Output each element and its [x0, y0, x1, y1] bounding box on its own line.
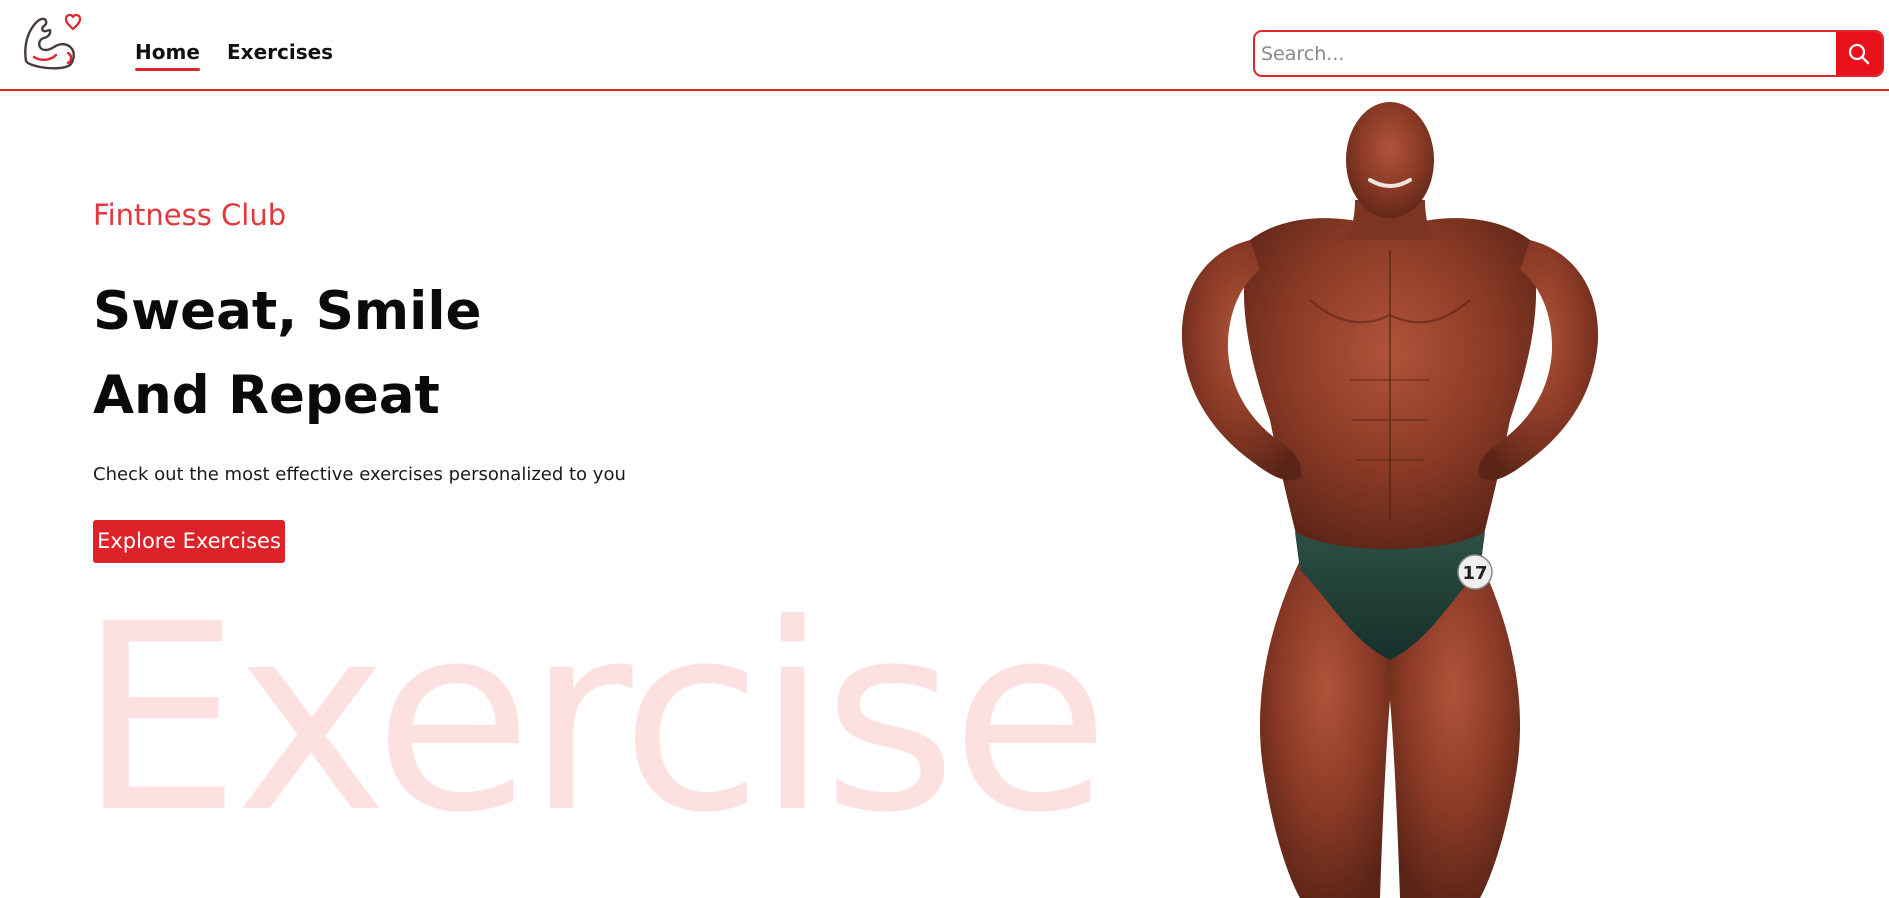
page: Home Exercises Exercise Fintness Club Sw…: [0, 0, 1889, 898]
navbar: Home Exercises: [0, 0, 1889, 91]
explore-exercises-button[interactable]: Explore Exercises: [93, 520, 285, 563]
search-button[interactable]: [1836, 32, 1882, 75]
hero-subtitle: Check out the most effective exercises p…: [93, 464, 626, 485]
hero-eyebrow: Fintness Club: [93, 198, 287, 232]
hero-bodybuilder-image: 17: [1181, 102, 1599, 898]
nav-link-home[interactable]: Home: [135, 38, 200, 71]
hero-watermark-text: Exercise: [78, 569, 1110, 869]
logo[interactable]: [20, 9, 86, 75]
hero-headline-line-1: Sweat, Smile: [93, 281, 482, 342]
search-bar: [1253, 30, 1884, 77]
search-input[interactable]: [1255, 32, 1836, 75]
flexed-arm-heart-icon: [24, 13, 82, 70]
hero-headline: Sweat, Smile And Repeat: [93, 270, 793, 438]
competitor-number-badge: 17: [1462, 563, 1487, 584]
nav-link-exercises[interactable]: Exercises: [227, 38, 333, 66]
search-icon: [1848, 43, 1870, 64]
hero-headline-line-2: And Repeat: [93, 365, 440, 426]
